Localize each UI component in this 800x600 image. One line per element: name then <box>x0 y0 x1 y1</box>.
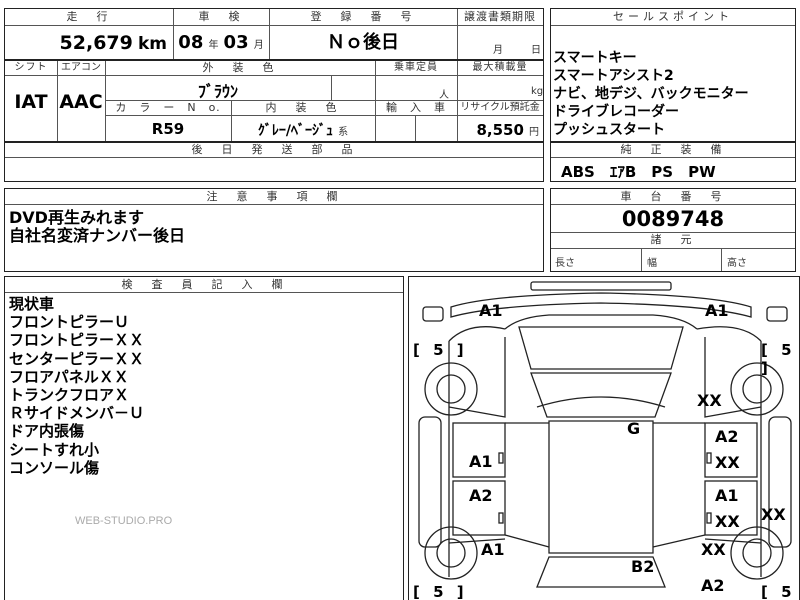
chassis-header: 車 台 番 号 <box>551 189 795 205</box>
max-load-header: 最大積載量 <box>457 61 543 76</box>
capacity-header: 乗車定員 <box>375 61 457 76</box>
deferred-parts-box: 後 日 発 送 部 品 <box>4 142 544 182</box>
deferred-parts-header: 後 日 発 送 部 品 <box>5 143 543 158</box>
interior-color-header: 内 装 色 <box>265 101 341 114</box>
exterior-color-value: ﾌﾞﾗｳﾝ <box>197 82 238 101</box>
damage-mark-right-front-door-a: A2 <box>715 427 739 446</box>
tire-tread-front-left: [ 5 ] <box>413 341 468 359</box>
color-no-header: カ ラ ー N o. <box>115 101 221 114</box>
damage-mark-right-rear-door-b: XX <box>715 512 740 531</box>
genuine-equipment-header: 純 正 装 備 <box>551 143 795 158</box>
registration-number: Ｎｏ後日 <box>327 32 399 53</box>
note-line: DVD再生みれます <box>9 209 144 227</box>
registration-header: 登 録 番 号 <box>269 9 457 26</box>
sales-points-box: セールスポイント スマートキー スマートアシスト2 ナビ、地デジ、バックモニター… <box>550 8 796 142</box>
length-label: 長さ <box>555 258 575 269</box>
capacity-unit: 人 <box>439 90 449 101</box>
damage-mark-front-left: A1 <box>479 301 503 320</box>
damage-mark-roof: G <box>627 419 641 438</box>
transfer-month: 月 <box>493 45 503 56</box>
genuine-equipment-value: ABS ｴｱB PS PW <box>561 163 716 181</box>
sales-points-list: スマートキー スマートアシスト2 ナビ、地デジ、バックモニター ドライブレコーダ… <box>553 49 793 139</box>
damage-mark-right-fender: XX <box>697 391 722 410</box>
inspector-line: フロアパネルＸＸ <box>9 367 129 386</box>
sales-point-item: スマートキー <box>553 50 637 66</box>
genuine-equipment-box: 純 正 装 備 ABS ｴｱB PS PW <box>550 142 796 182</box>
vehicle-spec-box: シフト エアコン 外 装 色 乗車定員 最大積載量 IAT AAC ﾌﾞﾗｳﾝ … <box>4 60 544 142</box>
damage-mark-trunk: B2 <box>631 557 655 576</box>
recycle-header: リサイクル預託金 <box>460 102 540 113</box>
inspection-header: 車 検 <box>173 9 269 26</box>
inspector-line: ドア内張傷 <box>9 422 85 441</box>
mileage-header: 走 行 <box>5 9 173 26</box>
damage-mark-left-front-door: A1 <box>469 452 493 471</box>
sales-point-item: ナビ、地デジ、バックモニター <box>553 86 749 102</box>
watermark: WEB-STUDIO.PRO <box>75 515 173 527</box>
sales-points-header: セールスポイント <box>551 9 795 26</box>
inspector-header: 検 査 員 記 入 欄 <box>5 277 403 293</box>
notes-header: 注 意 事 項 欄 <box>5 189 543 205</box>
damage-mark-right-rear-fender: XX <box>701 540 726 559</box>
note-line: 自社名変済ナンバー後日 <box>9 226 186 245</box>
inspector-lines: 現状車 フロントピラーＵ フロントピラーＸＸ センターピラーＸＸ フロアパネルＸ… <box>9 295 144 477</box>
damage-mark-right-rear-bumper: A2 <box>701 576 725 595</box>
inspector-line: コンソール傷 <box>9 458 100 477</box>
notes-box: 注 意 事 項 欄 DVD再生みれます 自社名変済ナンバー後日 <box>4 188 544 272</box>
car-diagram-box: A1 A1 [ 5 ] [ 5 ] XX G A1 A2 XX A2 A1 XX… <box>408 276 800 600</box>
shift-value: IAT <box>14 91 48 113</box>
sales-point-item: スマートアシスト2 <box>553 68 674 84</box>
damage-mark-front-right: A1 <box>705 301 729 320</box>
transfer-day: 日 <box>531 45 541 56</box>
max-load-unit: kg <box>531 86 544 97</box>
aircon-value: AAC <box>59 91 103 113</box>
inspector-line: Ｒサイドメンバ－Ｕ <box>9 404 145 423</box>
inspector-box: 検 査 員 記 入 欄 現状車 フロントピラーＵ フロントピラーＸＸ センターピ… <box>4 276 404 600</box>
top-info-box: 走 行 車 検 登 録 番 号 譲渡書類期限 52,679 km 08 年 03… <box>4 8 544 60</box>
inspector-line: センターピラーＸＸ <box>9 349 145 368</box>
car-diagram-outline <box>418 281 792 588</box>
aircon-header: エアコン <box>57 61 105 76</box>
tire-tread-rear-left: [ 5 ] <box>413 583 468 600</box>
notes-lines: DVD再生みれます 自社名変済ナンバー後日 <box>9 209 185 245</box>
color-no-value: R59 <box>151 120 185 138</box>
inspector-line: 現状車 <box>9 295 55 313</box>
inspector-line: トランクフロアＸ <box>9 386 130 405</box>
tire-tread-rear-right: [ 5 ] <box>761 583 796 600</box>
import-header: 輸 入 車 <box>386 101 446 114</box>
dimensions-header: 諸 元 <box>650 233 696 246</box>
damage-mark-left-rear: A1 <box>481 540 505 559</box>
mileage-value: 52,679 km <box>59 32 167 54</box>
exterior-color-header: 外 装 色 <box>105 61 375 76</box>
height-label: 高さ <box>727 258 747 269</box>
inspector-line: シートすれ小 <box>9 440 100 459</box>
width-label: 幅 <box>647 258 657 269</box>
inspector-line: フロントピラーＵ <box>9 313 130 332</box>
transfer-header: 譲渡書類期限 <box>457 9 543 26</box>
sales-point-item: ドライブレコーダー <box>553 104 679 120</box>
interior-color-value: ｸﾞﾚｰ/ﾍﾞｰｼﾞｭ 系 <box>257 123 349 139</box>
damage-mark-right-sill: XX <box>761 505 786 524</box>
chassis-box: 車 台 番 号 0089748 諸 元 長さ 幅 高さ <box>550 188 796 272</box>
chassis-number: 0089748 <box>621 207 725 231</box>
recycle-value: 8,550 円 <box>476 121 539 139</box>
damage-mark-left-rear-door: A2 <box>469 486 493 505</box>
damage-mark-right-rear-door-a: A1 <box>715 486 739 505</box>
sales-point-item: プッシュスタート <box>553 122 665 138</box>
inspector-line: フロントピラーＸＸ <box>9 331 145 350</box>
damage-mark-right-front-door-b: XX <box>715 453 740 472</box>
tire-tread-front-right: [ 5 ] <box>761 341 796 377</box>
inspection-value: 08 年 03 月 <box>178 32 264 53</box>
shift-header: シフト <box>5 61 57 76</box>
